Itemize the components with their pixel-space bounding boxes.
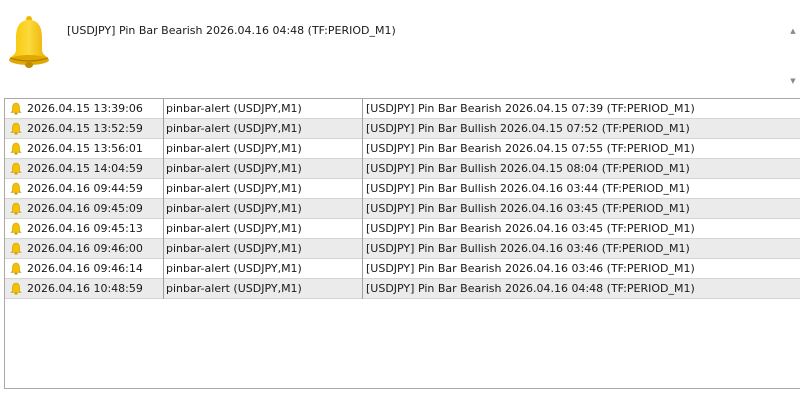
alert-message-cell: [USDJPY] Pin Bar Bullish 2026.04.15 07:5…	[366, 122, 690, 135]
alert-message-cell: [USDJPY] Pin Bar Bearish 2026.04.16 03:4…	[366, 262, 695, 275]
alert-message-cell: [USDJPY] Pin Bar Bullish 2026.04.16 03:4…	[366, 202, 690, 215]
bell-icon	[10, 122, 22, 135]
column-divider	[362, 99, 363, 119]
bell-icon	[9, 16, 49, 68]
alert-source: pinbar-alert (USDJPY,M1)	[166, 182, 302, 195]
bell-icon	[10, 162, 22, 175]
scroll-up-icon[interactable]: ▲	[786, 26, 800, 36]
alert-time: 2026.04.15 13:56:01	[27, 142, 143, 155]
bell-icon	[10, 222, 22, 235]
column-divider	[163, 239, 164, 259]
message-scrollbar[interactable]: ▲ ▼	[786, 24, 800, 90]
column-divider	[362, 159, 363, 179]
alert-message-cell: [USDJPY] Pin Bar Bullish 2026.04.16 03:4…	[366, 182, 690, 195]
column-divider	[163, 259, 164, 279]
table-row[interactable]: 2026.04.16 09:46:00 pinbar-alert (USDJPY,…	[5, 239, 800, 259]
alert-time: 2026.04.16 09:45:09	[27, 202, 143, 215]
alert-list[interactable]: 2026.04.15 13:39:06 pinbar-alert (USDJPY,…	[4, 98, 800, 389]
alert-message-cell: [USDJPY] Pin Bar Bearish 2026.04.15 07:5…	[366, 142, 695, 155]
column-divider	[362, 179, 363, 199]
column-divider	[163, 139, 164, 159]
alert-message-cell: [USDJPY] Pin Bar Bullish 2026.04.15 08:0…	[366, 162, 690, 175]
column-divider	[362, 199, 363, 219]
column-divider	[163, 179, 164, 199]
table-row[interactable]: 2026.04.16 09:45:13 pinbar-alert (USDJPY,…	[5, 219, 800, 239]
alert-time: 2026.04.15 13:52:59	[27, 122, 143, 135]
column-divider	[163, 279, 164, 299]
scroll-down-icon[interactable]: ▼	[786, 76, 800, 86]
table-row[interactable]: 2026.04.16 09:45:09 pinbar-alert (USDJPY,…	[5, 199, 800, 219]
column-divider	[163, 99, 164, 119]
alert-source: pinbar-alert (USDJPY,M1)	[166, 142, 302, 155]
alert-source: pinbar-alert (USDJPY,M1)	[166, 242, 302, 255]
alert-source: pinbar-alert (USDJPY,M1)	[166, 162, 302, 175]
bell-icon	[10, 102, 22, 115]
column-divider	[362, 259, 363, 279]
alert-message-cell: [USDJPY] Pin Bar Bearish 2026.04.16 04:4…	[366, 282, 695, 295]
alert-time: 2026.04.16 09:44:59	[27, 182, 143, 195]
alert-message-cell: [USDJPY] Pin Bar Bullish 2026.04.16 03:4…	[366, 242, 690, 255]
alert-source: pinbar-alert (USDJPY,M1)	[166, 202, 302, 215]
alert-source: pinbar-alert (USDJPY,M1)	[166, 122, 302, 135]
column-divider	[163, 159, 164, 179]
alert-source: pinbar-alert (USDJPY,M1)	[166, 222, 302, 235]
table-row[interactable]: 2026.04.16 09:46:14 pinbar-alert (USDJPY,…	[5, 259, 800, 279]
alert-source: pinbar-alert (USDJPY,M1)	[166, 102, 302, 115]
bell-icon	[10, 202, 22, 215]
alert-time: 2026.04.15 13:39:06	[27, 102, 143, 115]
bell-icon	[10, 182, 22, 195]
alert-source: pinbar-alert (USDJPY,M1)	[166, 262, 302, 275]
alert-time: 2026.04.16 09:46:14	[27, 262, 143, 275]
table-row[interactable]: 2026.04.15 13:52:59 pinbar-alert (USDJPY,…	[5, 119, 800, 139]
table-row[interactable]: 2026.04.15 14:04:59 pinbar-alert (USDJPY,…	[5, 159, 800, 179]
alert-time: 2026.04.16 10:48:59	[27, 282, 143, 295]
alert-message-cell: [USDJPY] Pin Bar Bearish 2026.04.16 03:4…	[366, 222, 695, 235]
alert-message-cell: [USDJPY] Pin Bar Bearish 2026.04.15 07:3…	[366, 102, 695, 115]
column-divider	[362, 139, 363, 159]
column-divider	[362, 279, 363, 299]
column-divider	[362, 219, 363, 239]
alert-message: [USDJPY] Pin Bar Bearish 2026.04.16 04:4…	[67, 24, 396, 37]
alert-time: 2026.04.16 09:45:13	[27, 222, 143, 235]
table-row[interactable]: 2026.04.15 13:56:01 pinbar-alert (USDJPY,…	[5, 139, 800, 159]
table-row[interactable]: 2026.04.16 09:44:59 pinbar-alert (USDJPY,…	[5, 179, 800, 199]
alert-source: pinbar-alert (USDJPY,M1)	[166, 282, 302, 295]
column-divider	[163, 119, 164, 139]
column-divider	[362, 239, 363, 259]
column-divider	[163, 219, 164, 239]
bell-icon	[10, 242, 22, 255]
alert-time: 2026.04.15 14:04:59	[27, 162, 143, 175]
table-row[interactable]: 2026.04.16 10:48:59 pinbar-alert (USDJPY,…	[5, 279, 800, 299]
table-row[interactable]: 2026.04.15 13:39:06 pinbar-alert (USDJPY,…	[5, 99, 800, 119]
column-divider	[163, 199, 164, 219]
bell-icon	[10, 142, 22, 155]
bell-icon	[10, 282, 22, 295]
column-divider	[362, 119, 363, 139]
alert-time: 2026.04.16 09:46:00	[27, 242, 143, 255]
bell-icon	[10, 262, 22, 275]
alert-window: [USDJPY] Pin Bar Bearish 2026.04.16 04:4…	[0, 0, 800, 400]
